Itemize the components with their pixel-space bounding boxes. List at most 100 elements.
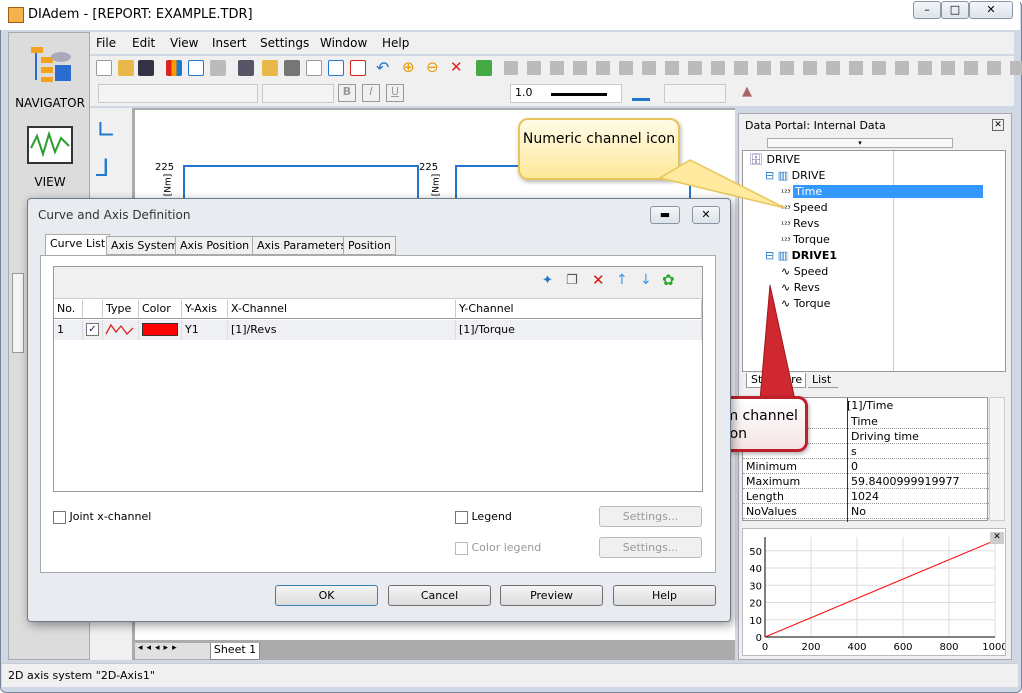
refresh-icon[interactable] [476,60,492,76]
curve-color-swatch[interactable] [139,320,182,340]
sheet-navigation-buttons[interactable]: ◂◂◂▸▸ [135,643,210,659]
refresh-curves-icon[interactable]: ✿ [662,271,675,289]
dialog-title: Curve and Axis Definition [38,208,191,222]
italic-button[interactable]: I [362,84,380,102]
bold-button[interactable]: B [338,84,356,102]
bar-chart-icon[interactable] [166,60,182,76]
property-row[interactable]: Length 1024 [743,489,989,504]
view-label[interactable]: VIEW [9,175,91,189]
tree-node-label: Torque [793,233,830,246]
expand-toolbar-icon[interactable]: ▾ [767,138,953,148]
col-check [83,300,103,319]
maximize-button[interactable]: □ [941,1,969,19]
delete-curve-icon[interactable]: ✕ [592,271,605,289]
tab-axis-position[interactable]: Axis Position [175,236,255,255]
line-color-button[interactable] [632,85,650,101]
y-axis-tick-label: 225 [155,162,175,173]
property-row[interactable]: NoValues No [743,504,989,519]
dialog-close-button[interactable]: ✕ [692,206,720,224]
view-icon[interactable] [27,126,73,164]
export-ppt-icon[interactable] [350,60,366,76]
open-icon[interactable] [118,60,134,76]
export-pdf-icon[interactable] [306,60,322,76]
menu-settings[interactable]: Settings [260,36,309,50]
row-x-channel[interactable]: [1]/Revs [228,320,456,340]
menu-insert[interactable]: Insert [212,36,246,50]
close-preview-icon[interactable]: ✕ [990,532,1004,544]
property-row[interactable]: Maximum 59.8400999919977 [743,474,989,489]
tab-axis-system[interactable]: Axis System [106,236,184,255]
tab-axis-parameters[interactable]: Axis Parameters [252,236,352,255]
x-tick-label: 1000 [982,642,1005,653]
export-htm-icon[interactable] [328,60,344,76]
2d-axis-icon[interactable]: ∟ [96,116,116,144]
joint-x-channel-checkbox[interactable]: Joint x-channel [53,510,151,524]
preview-button[interactable]: Preview [500,585,603,606]
font-name-dropdown[interactable] [98,84,258,103]
menu-help[interactable]: Help [382,36,409,50]
tree-node-waveform[interactable]: ∿ Speed [781,265,828,278]
data-portal-title: Data Portal: Internal Data [745,119,886,132]
property-name: Minimum [746,460,797,473]
copy-curve-icon[interactable]: ❐ [566,273,578,288]
cancel-button[interactable]: Cancel [388,585,491,606]
move-down-icon[interactable]: ↓ [640,272,652,288]
tree-node-label: Speed [793,265,829,278]
new-icon[interactable] [96,60,112,76]
menu-view[interactable]: View [170,36,198,50]
window-title: DIAdem - [REPORT: EXAMPLE.TDR] [28,7,253,22]
tab-curve-list[interactable]: Curve List [45,234,111,255]
row-y-channel[interactable]: [1]/Torque [456,320,702,340]
legend-settings-button[interactable]: Settings... [599,506,702,527]
tree-node-numeric[interactable]: ¹²³ Torque [781,233,830,246]
eraser-icon[interactable] [210,60,226,76]
minimize-button[interactable]: – [913,1,941,19]
y-axis-tick-label: 225 [419,162,439,173]
tree-node-numeric[interactable]: ¹²³ Time [781,185,984,198]
line-width-dropdown[interactable]: 1.0 [510,84,622,103]
copy-clipboard-icon[interactable] [262,60,278,76]
close-button[interactable]: ✕ [969,1,1013,19]
property-name: Maximum [746,475,801,488]
navigator-label[interactable]: NAVIGATOR [9,96,91,110]
help-button[interactable]: Help [613,585,716,606]
menu-file[interactable]: File [96,36,116,50]
export-image-icon[interactable] [284,60,300,76]
color-legend-settings-button[interactable]: Settings... [599,537,702,558]
tree-node-group[interactable]: ⊟ ▥ DRIVE1 [765,249,837,262]
row-visible-checkbox[interactable]: ✓ [83,320,103,340]
3d-axis-icon[interactable]: ⅃ [96,154,109,182]
zoom-out-icon[interactable]: ⊖ [426,58,439,76]
tab-position[interactable]: Position [343,236,396,255]
close-panel-icon[interactable]: ✕ [992,119,1004,131]
zoom-in-icon[interactable]: ⊕ [402,58,415,76]
property-row[interactable]: Minimum 0 [743,459,989,474]
line-style-dropdown[interactable] [664,84,726,103]
zoom-reset-icon[interactable]: ✕ [450,58,463,76]
menu-window[interactable]: Window [320,36,367,50]
undo-icon[interactable]: ↶ [376,58,389,77]
curve-type-icon[interactable] [103,320,139,340]
new-curve-icon[interactable]: ✦ [542,273,553,288]
curve-table: ✦ ❐ ✕ ↑ ↓ ✿ No. Type Color Y-Axis X-Chan… [53,266,703,492]
ok-button[interactable]: OK [275,585,378,606]
move-up-icon[interactable]: ↑ [616,272,628,288]
col-x-channel: X-Channel [228,300,456,319]
underline-button[interactable]: U [386,84,404,102]
panel-splitter[interactable] [12,273,24,353]
save-icon[interactable] [138,60,154,76]
menu-edit[interactable]: Edit [132,36,155,50]
fill-color-icon[interactable]: ▲ [742,84,752,99]
navigator-icon[interactable] [29,45,73,83]
font-size-spinner[interactable] [262,84,334,103]
numeric-channel-icon: ¹²³ [781,220,794,229]
report-tree-icon[interactable] [188,60,204,76]
sheet-tab[interactable]: Sheet 1 [210,643,260,660]
row-y-axis[interactable]: Y1 [182,320,228,340]
col-y-channel: Y-Channel [456,300,702,319]
dialog-minimize-button[interactable]: ▬ [650,206,680,224]
color-legend-checkbox[interactable]: Color legend [455,541,541,555]
print-icon[interactable] [238,60,254,76]
properties-scrollbar[interactable] [989,397,1005,521]
legend-checkbox[interactable]: Legend [455,510,512,524]
